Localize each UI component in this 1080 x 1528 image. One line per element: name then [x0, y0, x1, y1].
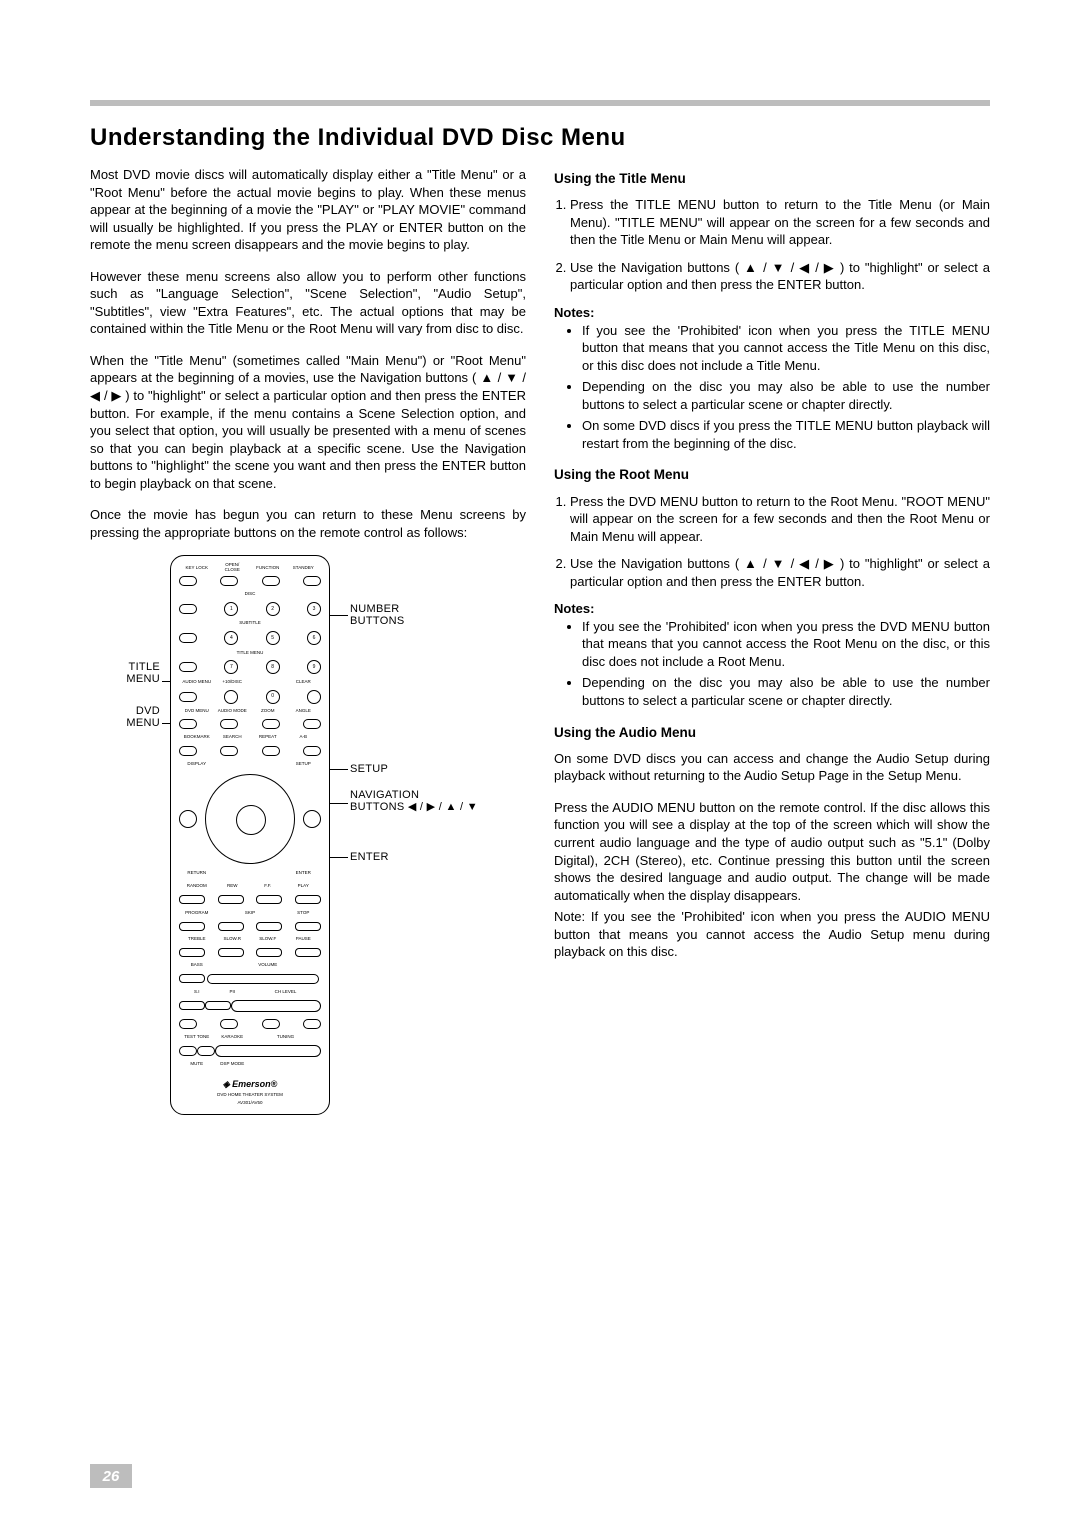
- two-column-layout: Most DVD movie discs will automatically …: [90, 166, 990, 1135]
- right-column: Using the Title Menu Press the TITLE MEN…: [554, 166, 990, 1135]
- remote-model: AV301/AV50: [179, 1100, 321, 1106]
- callout-nav-buttons: NAVIGATIONBUTTONS ◀ / ▶ / ▲ / ▼: [350, 789, 478, 813]
- remote-control: KEY LOCKOPEN/CLOSEFUNCTIONSTANDBY DISC 1…: [170, 555, 330, 1115]
- remote-brand: ◈ Emerson®: [179, 1078, 321, 1090]
- notes-label: Notes:: [554, 304, 990, 322]
- callout-setup: SETUP: [350, 763, 388, 775]
- root-menu-notes: If you see the 'Prohibited' icon when yo…: [554, 618, 990, 710]
- audio-menu-heading: Using the Audio Menu: [554, 724, 990, 742]
- page-number: 26: [90, 1464, 132, 1488]
- callout-enter: ENTER: [350, 851, 389, 863]
- audio-menu-p2: Press the AUDIO MENU button on the remot…: [554, 799, 990, 904]
- section-rule: [90, 100, 990, 106]
- remote-brand-sub: DVD HOME THEATER SYSTEM: [179, 1092, 321, 1098]
- intro-p1: Most DVD movie discs will automatically …: [90, 166, 526, 254]
- audio-menu-note: Note: If you see the 'Prohibited' icon w…: [554, 908, 990, 961]
- note-item: If you see the 'Prohibited' icon when yo…: [582, 618, 990, 671]
- remote-figure: TITLEMENU DVDMENU NUMBERBUTTONS SETUP NA…: [90, 555, 526, 1135]
- left-column: Most DVD movie discs will automatically …: [90, 166, 526, 1135]
- audio-menu-p1: On some DVD discs you can access and cha…: [554, 750, 990, 785]
- title-menu-steps: Press the TITLE MENU button to return to…: [554, 196, 990, 294]
- intro-p4: Once the movie has begun you can return …: [90, 506, 526, 541]
- page-title: Understanding the Individual DVD Disc Me…: [90, 124, 990, 152]
- notes-label: Notes:: [554, 600, 990, 618]
- intro-p2: However these menu screens also allow yo…: [90, 268, 526, 338]
- callout-number-buttons: NUMBERBUTTONS: [350, 603, 404, 627]
- callout-title-menu: TITLEMENU: [82, 661, 160, 685]
- note-item: If you see the 'Prohibited' icon when yo…: [582, 322, 990, 375]
- root-menu-steps: Press the DVD MENU button to return to t…: [554, 493, 990, 591]
- root-menu-heading: Using the Root Menu: [554, 466, 990, 484]
- title-menu-notes: If you see the 'Prohibited' icon when yo…: [554, 322, 990, 453]
- root-menu-step-1: Press the DVD MENU button to return to t…: [570, 493, 990, 546]
- root-menu-step-2: Use the Navigation buttons ( ▲ / ▼ / ◀ /…: [570, 555, 990, 590]
- note-item: Depending on the disc you may also be ab…: [582, 674, 990, 709]
- callout-dvd-menu: DVDMENU: [82, 705, 160, 729]
- title-menu-step-2: Use the Navigation buttons ( ▲ / ▼ / ◀ /…: [570, 259, 990, 294]
- title-menu-heading: Using the Title Menu: [554, 170, 990, 188]
- intro-p3: When the "Title Menu" (sometimes called …: [90, 352, 526, 492]
- note-item: On some DVD discs if you press the TITLE…: [582, 417, 990, 452]
- note-item: Depending on the disc you may also be ab…: [582, 378, 990, 413]
- title-menu-step-1: Press the TITLE MENU button to return to…: [570, 196, 990, 249]
